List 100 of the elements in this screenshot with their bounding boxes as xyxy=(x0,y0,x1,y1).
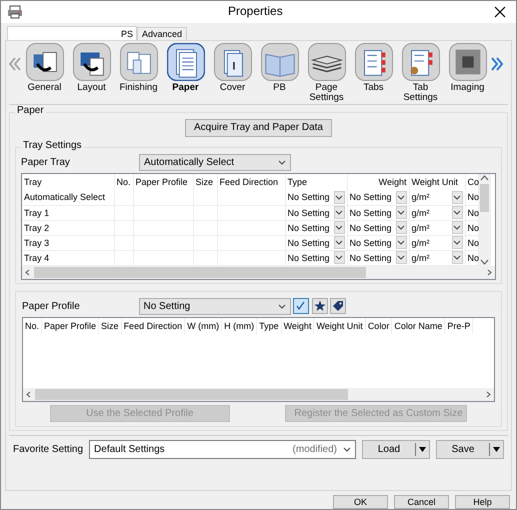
cell-dropdown[interactable]: No Setting xyxy=(350,206,406,220)
column-header: Feed Direction xyxy=(121,318,185,334)
category-button[interactable]: Finishing xyxy=(115,43,162,93)
field-label: Paper Tray xyxy=(21,156,71,168)
documents-icon xyxy=(120,43,158,82)
caret-icon xyxy=(419,447,426,452)
paper-stack-icon xyxy=(308,43,346,82)
category-button[interactable]: PB xyxy=(256,43,303,93)
cell-dropdown[interactable]: g/m² xyxy=(412,236,462,250)
split-button[interactable]: Load xyxy=(362,440,430,460)
field-label: Favorite Setting xyxy=(13,444,84,456)
tab[interactable]: PS xyxy=(7,26,138,42)
column-header: W (mm) xyxy=(184,318,222,334)
cell-dropdown[interactable]: No Setting xyxy=(288,206,344,220)
close-icon xyxy=(494,6,506,18)
cell-dropdown[interactable]: No Setting xyxy=(350,220,406,235)
caret-icon xyxy=(278,158,286,166)
table-cell: Automatically Select xyxy=(22,190,114,206)
chevron-right-icon xyxy=(491,57,503,72)
group-title: Paper xyxy=(15,105,46,117)
column-header: Color Name xyxy=(392,318,445,334)
category-button[interactable]: Tab Settings xyxy=(397,43,444,102)
cell-dropdown[interactable]: g/m² xyxy=(412,250,462,265)
column-header: Weight Unit xyxy=(314,318,366,334)
category-button[interactable]: Tabs xyxy=(350,43,397,93)
dialog-button[interactable]: OK xyxy=(333,494,388,509)
column-header: Size xyxy=(98,318,122,334)
scroll-up-icon[interactable] xyxy=(480,174,489,182)
table-cell: Tray 2 xyxy=(22,220,114,236)
cell-dropdown[interactable]: No Setting xyxy=(288,220,344,235)
paper-tray-dropdown[interactable]: Automatically Select xyxy=(139,154,291,171)
category-button[interactable]: Paper xyxy=(162,43,209,93)
cell-dropdown[interactable]: No Setting xyxy=(288,236,344,250)
monitor-document-icon xyxy=(72,43,110,82)
monitor-document-icon xyxy=(26,43,64,82)
column-header: Type xyxy=(256,318,282,334)
table-cell: No xyxy=(468,192,480,202)
column-header: Feed Direction xyxy=(217,174,285,190)
column-header: No. xyxy=(23,318,42,334)
cell-dropdown[interactable]: g/m² xyxy=(412,206,462,220)
document-icon xyxy=(214,43,252,82)
table-cell: Tray 3 xyxy=(22,235,114,250)
cell-dropdown[interactable]: No Setting xyxy=(350,250,406,265)
category-button[interactable]: General xyxy=(21,43,68,93)
checkmark-icon xyxy=(295,300,307,312)
group-title: Tray Settings xyxy=(21,140,84,152)
table-cell: Tray 1 xyxy=(22,205,114,220)
field-label: Paper Profile xyxy=(22,300,81,312)
acquire-button[interactable]: Acquire Tray and Paper Data xyxy=(185,119,332,137)
table-cell: Tray 4 xyxy=(22,250,114,266)
column-header: Size xyxy=(193,174,217,190)
book-icon xyxy=(260,43,298,82)
tag-icon xyxy=(332,300,344,312)
column-header: No. xyxy=(114,174,133,190)
cell-dropdown[interactable]: No Setting xyxy=(288,190,344,205)
caret-icon xyxy=(343,446,351,454)
star-icon xyxy=(314,300,326,312)
table-cell: No xyxy=(468,222,480,233)
tabbed-document-icon xyxy=(402,43,440,82)
scrollbar-thumb[interactable] xyxy=(480,184,489,212)
category-button[interactable]: Imaging xyxy=(444,43,491,93)
cell-dropdown[interactable]: g/m² xyxy=(412,220,462,235)
column-header: H (mm) xyxy=(222,318,257,334)
toolbar-button[interactable] xyxy=(312,298,328,314)
dialog-button[interactable]: Cancel xyxy=(394,494,449,509)
tabbed-document-icon xyxy=(354,43,392,82)
cell-dropdown[interactable]: No Setting xyxy=(288,250,344,265)
cell-dropdown[interactable]: No Setting xyxy=(350,190,406,205)
column-header: Weight xyxy=(347,174,409,190)
scroll-down-icon[interactable] xyxy=(480,258,489,266)
column-header: Paper Profile xyxy=(133,174,193,190)
window-title: Properties xyxy=(228,5,283,19)
toolbar-button[interactable] xyxy=(330,298,346,314)
dialog-button[interactable]: Help xyxy=(455,494,510,509)
chevron-left-icon xyxy=(9,57,21,72)
column-header: Type xyxy=(285,174,347,190)
printer-icon xyxy=(7,5,23,19)
cell-dropdown[interactable]: No Setting xyxy=(350,236,406,250)
caret-icon xyxy=(278,302,286,310)
caret-icon xyxy=(493,447,500,452)
cell-dropdown[interactable]: g/m² xyxy=(412,190,462,205)
table-cell: No xyxy=(468,208,480,218)
category-button[interactable]: Cover xyxy=(209,43,256,93)
square-icon xyxy=(448,43,486,82)
table-cell: No xyxy=(468,238,480,248)
column-header: Co xyxy=(465,174,478,190)
tab[interactable]: Advanced xyxy=(137,27,188,40)
column-header: Weight Unit xyxy=(409,174,465,190)
scrollbar-thumb[interactable] xyxy=(34,266,366,278)
paper-profile-dropdown[interactable]: No Setting xyxy=(138,298,290,315)
category-button[interactable]: Page Settings xyxy=(303,43,350,102)
category-button[interactable]: Layout xyxy=(68,43,115,93)
toolbar-button[interactable] xyxy=(293,298,309,314)
split-button[interactable]: Save xyxy=(436,440,504,460)
favorite-dropdown[interactable]: Default Settings (modified) xyxy=(89,440,356,460)
scrollbar-thumb[interactable] xyxy=(35,389,348,400)
column-header: Weight xyxy=(281,318,314,334)
column-header: Pre-P xyxy=(444,318,473,334)
document-icon xyxy=(166,43,204,82)
column-header: Color xyxy=(365,318,392,334)
